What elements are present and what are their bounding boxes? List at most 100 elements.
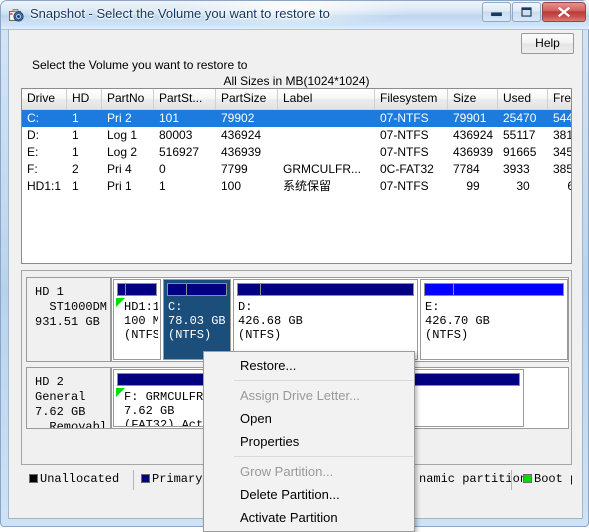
table-cell: HD1:1 [27, 179, 62, 193]
table-cell: 91665 [503, 145, 537, 159]
application-window: Snapshot - Select the Volume you want to… [0, 0, 589, 532]
table-cell: 07-NTFS [380, 145, 429, 159]
legend-divider [133, 470, 134, 490]
column-header[interactable]: PartSize [216, 89, 278, 109]
table-cell: 2 [72, 162, 79, 176]
table-cell: 436924 [453, 128, 494, 142]
table-cell: 07-NTFS [380, 179, 429, 193]
table-cell: 55117 [503, 128, 536, 142]
table-row[interactable]: D: 1 Log 1 80003 436924 07-NTFS 436924 55117 381… [22, 127, 571, 144]
column-header[interactable]: Size [448, 89, 498, 109]
legend-divider [511, 470, 512, 490]
table-cell: 516927 [159, 145, 200, 159]
table-cell: 436939 [221, 145, 262, 159]
table-row[interactable]: C: 1 Pri 2 101 79902 07-NTFS 79901 25470 54431 [22, 110, 571, 127]
table-cell: C: [27, 111, 39, 125]
table-cell: 101 [159, 111, 180, 125]
table-row[interactable]: E: 1 Log 2 516927 436939 07-NTFS 436939 91665 34… [22, 144, 571, 161]
partition-label: E: 426.70 GB (NTFS) [425, 300, 490, 342]
table-cell: 1 [72, 179, 79, 193]
column-header[interactable]: Filesystem [375, 89, 448, 109]
partition-usage-bar [237, 283, 414, 296]
partition-label: D: 426.68 GB (NTFS) [238, 300, 303, 342]
partition-block[interactable]: C: 78.03 GB (NTFS) [163, 279, 231, 360]
partition-block[interactable]: D: 426.68 GB (NTFS) [233, 279, 418, 360]
table-cell: 3850 [553, 162, 571, 176]
window-title: Snapshot - Select the Volume you want to… [30, 6, 330, 21]
table-cell: 100 [221, 179, 242, 193]
table-cell: 07-NTFS [380, 111, 429, 125]
table-cell: 0 [159, 162, 166, 176]
legend-item: Boot p [523, 472, 572, 486]
legend-swatch [141, 474, 150, 483]
volume-list[interactable]: Drive HD PartNo PartSt... PartSize Label Files… [21, 88, 572, 264]
table-cell: Pri 1 [107, 179, 132, 193]
column-header[interactable]: PartNo [102, 89, 154, 109]
partition-used-portion [238, 284, 261, 295]
context-menu-item[interactable]: Activate Partition [204, 506, 414, 529]
column-header[interactable]: Label [278, 89, 375, 109]
table-cell: 345274 [553, 145, 572, 159]
table-cell: Log 1 [107, 128, 138, 142]
table-cell: 99 [466, 179, 480, 193]
table-cell: 80003 [159, 128, 193, 142]
legend-swatch [29, 474, 38, 483]
context-menu-items[interactable]: Restore... Assign Drive Letter... Open Prop… [204, 354, 414, 529]
table-cell: 3933 [503, 162, 530, 176]
column-header[interactable]: HD [67, 89, 102, 109]
context-menu-separator [234, 456, 413, 457]
legend-label: Primary [152, 472, 203, 486]
help-button[interactable]: Help [521, 33, 574, 54]
table-cell: 30 [516, 179, 530, 193]
legend-swatch [523, 474, 532, 483]
table-row[interactable]: F: 2 Pri 4 0 7799 GRMCULFR... 0C-FAT32 7784 3933… [22, 161, 571, 178]
table-cell: Pri 4 [107, 162, 132, 176]
table-cell: D: [27, 128, 39, 142]
partition-block[interactable]: HD1:1 100 ME (NTFS) [113, 279, 161, 360]
disk-info-hd1: HD 1 ST1000DM 931.51 GB [27, 278, 112, 361]
snapshot-camera-icon [9, 9, 24, 22]
table-cell: 1 [72, 111, 79, 125]
table-cell: 69 [548, 178, 571, 195]
maximize-icon [521, 7, 532, 17]
table-cell: 7799 [221, 162, 248, 176]
table-row[interactable]: HD1:1 1 Pri 1 1 100 系统保留 07-NTFS 99 30 69 [22, 178, 571, 195]
table-cell: 79902 [221, 111, 255, 125]
table-cell: 79901 [453, 111, 487, 125]
partition-used-portion [425, 284, 454, 295]
context-menu-item[interactable]: Restore... [204, 354, 414, 377]
legend-label: Unallocated [40, 472, 120, 486]
table-cell: 1 [72, 128, 79, 142]
title-bar[interactable]: Snapshot - Select the Volume you want to… [1, 1, 589, 30]
context-menu-item[interactable]: Properties [204, 430, 414, 453]
disk-row-hd1[interactable]: HD 1 ST1000DM 931.51 GB HD1:1 100 ME (NT… [26, 277, 569, 362]
table-cell: 1 [72, 145, 79, 159]
minimize-button[interactable] [482, 2, 511, 22]
table-cell: 系统保留 [283, 179, 332, 193]
column-header[interactable]: Used [498, 89, 548, 109]
prompt-label: Select the Volume you want to restore to [32, 58, 248, 72]
table-cell: 1 [159, 179, 166, 193]
table-cell: GRMCULFR... [283, 162, 361, 176]
volume-list-body[interactable]: C:1Pri 21017990207-NTFS799012547054431D:… [22, 110, 571, 195]
table-cell: 25470 [503, 111, 537, 125]
table-cell [278, 127, 375, 144]
legend-item: Unallocated [29, 472, 119, 486]
sizes-note-label: All Sizes in MB(1024*1024) [223, 74, 370, 88]
close-button[interactable] [542, 2, 586, 22]
client-area: Help Select the Volume you want to resto… [8, 30, 583, 532]
partition-block[interactable]: E: 426.70 GB (NTFS) [420, 279, 568, 360]
context-menu-item[interactable]: Delete Partition... [204, 483, 414, 506]
context-menu-item[interactable]: Open [204, 407, 414, 430]
context-menu-item: Assign Drive Letter... [240, 388, 360, 403]
partition-label: C: 78.03 GB (NTFS) [168, 300, 226, 342]
table-cell: Log 2 [107, 145, 138, 159]
column-header[interactable]: Drive [22, 89, 67, 109]
maximize-button[interactable] [512, 2, 541, 22]
volume-list-header[interactable]: Drive HD PartNo PartSt... PartSize Label Files… [22, 89, 571, 110]
partition-context-menu[interactable]: Restore... Assign Drive Letter... Open Prop… [203, 351, 415, 532]
column-header[interactable]: Free [548, 89, 571, 109]
table-cell: 0C-FAT32 [380, 162, 434, 176]
column-header[interactable]: PartSt... [154, 89, 216, 109]
context-menu-item: Grow Partition... [240, 464, 334, 479]
